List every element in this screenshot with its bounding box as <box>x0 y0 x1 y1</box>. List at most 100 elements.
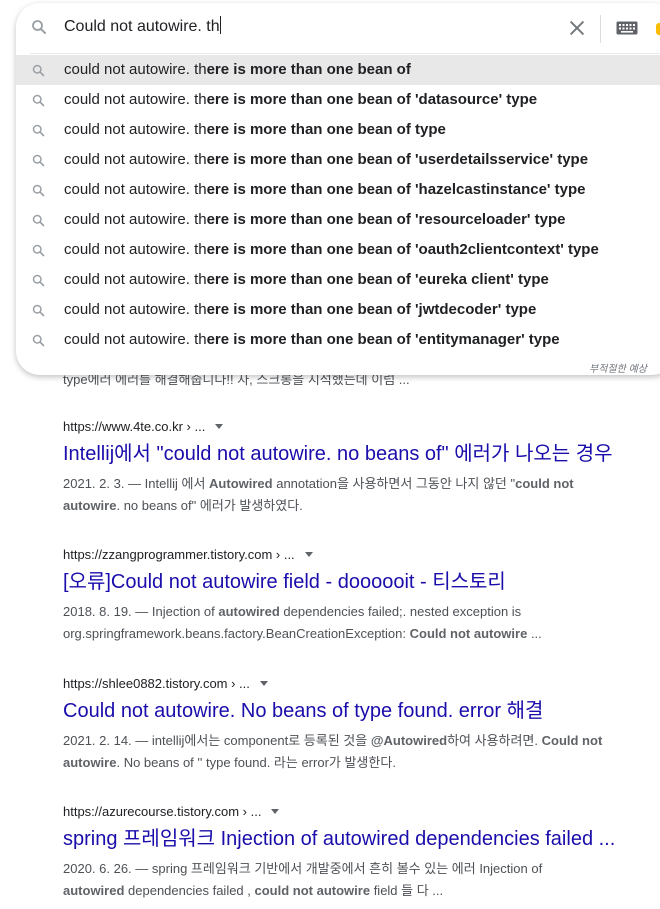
report-predictions-link[interactable]: 부적절한 예상 <box>589 360 647 375</box>
search-icon <box>32 304 45 317</box>
snippet-line: 2021. 2. 3. — Intellij 에서 Autowired anno… <box>63 473 660 495</box>
suggestion-text: could not autowire. there is more than o… <box>64 265 549 295</box>
suggestion-item[interactable]: could not autowire. there is more than o… <box>16 295 660 325</box>
suggestion-item[interactable]: could not autowire. there is more than o… <box>16 175 660 205</box>
suggestion-prefix: could not autowire. th <box>64 271 207 288</box>
suggestion-prefix: could not autowire. th <box>64 211 207 228</box>
suggestion-prefix: could not autowire. th <box>64 181 207 198</box>
result-url: https://zzangprogrammer.tistory.com › ..… <box>63 545 660 565</box>
snippet-match: could not <box>515 476 574 491</box>
text-cursor <box>219 16 221 34</box>
suggestion-item[interactable]: could not autowire. there is more than o… <box>16 325 660 355</box>
search-icon <box>32 244 45 257</box>
snippet-match: autowire <box>63 498 117 513</box>
suggestion-item[interactable]: could not autowire. there is more than o… <box>16 85 660 115</box>
search-result: https://azurecourse.tistory.com › ... sp… <box>63 802 660 902</box>
chevron-down-icon[interactable] <box>215 424 224 429</box>
suggestion-prefix: could not autowire. th <box>64 241 207 258</box>
snippet-text: dependencies failed , <box>124 883 255 898</box>
suggestion-completion: ere is more than one bean of 'datasource… <box>206 91 538 108</box>
search-row: Could not autowire. th <box>16 3 660 53</box>
snippet-line: autowire. No beans of '' type found. 라는 … <box>63 752 660 774</box>
chevron-down-icon[interactable] <box>259 681 268 686</box>
suggestion-prefix: could not autowire. th <box>64 151 207 168</box>
suggestion-completion: ere is more than one bean of 'hazelcasti… <box>206 181 586 198</box>
suggestion-prefix: could not autowire. th <box>64 91 207 108</box>
suggestion-text: could not autowire. there is more than o… <box>64 145 588 175</box>
search-icon <box>32 124 45 137</box>
suggestion-text: could not autowire. there is more than o… <box>64 325 560 355</box>
suggestion-text: could not autowire. there is more than o… <box>64 85 537 115</box>
suggestion-prefix: could not autowire. th <box>64 331 207 348</box>
search-result: https://www.4te.co.kr › ... Intellij에서 "… <box>63 417 660 517</box>
search-icon <box>32 64 45 77</box>
keyboard-icon[interactable] <box>616 21 638 35</box>
snippet-match: could not autowire <box>254 883 371 898</box>
snippet-line: 2020. 6. 26. — spring 프레임워크 기반에서 개발중에서 흔… <box>63 858 660 880</box>
search-icon <box>32 184 45 197</box>
snippet-text: . No beans of '' type found. 라는 error가 발… <box>116 755 396 770</box>
snippet-text: 2018. 8. 19. — Injection of <box>63 604 219 619</box>
snippet-line: autowire. no beans of" 에러가 발생하였다. <box>63 495 660 517</box>
result-snippet: 2018. 8. 19. — Injection of autowired de… <box>63 601 660 645</box>
snippet-text: 2021. 2. 14. — intellij에서는 component로 등록… <box>63 733 371 748</box>
result-snippet: 2020. 6. 26. — spring 프레임워크 기반에서 개발중에서 흔… <box>63 858 660 902</box>
suggestion-text: could not autowire. there is more than o… <box>64 295 536 325</box>
snippet-match: autowired <box>63 883 125 898</box>
snippet-text: 하여 사용하려면. <box>447 733 542 748</box>
snippet-text: org.springframework.beans.factory.BeanCr… <box>63 626 410 641</box>
suggestion-prefix: could not autowire. th <box>64 61 207 78</box>
suggestion-text: could not autowire. there is more than o… <box>64 115 446 145</box>
snippet-text: 2021. 2. 3. — Intellij 에서 <box>63 476 210 491</box>
suggestion-item[interactable]: could not autowire. there is more than o… <box>16 205 660 235</box>
snippet-line: 2018. 8. 19. — Injection of autowired de… <box>63 601 660 623</box>
suggestion-list: could not autowire. there is more than o… <box>16 55 660 355</box>
search-results-page: Could not autowire. th could not autowir… <box>0 0 660 909</box>
snippet-text: . no beans of" 에러가 발생하였다. <box>116 498 303 513</box>
snippet-text: dependencies failed;. nested exception i… <box>279 604 522 619</box>
suggestion-text: could not autowire. there is more than o… <box>64 175 586 205</box>
chevron-down-icon[interactable] <box>271 809 280 814</box>
suggestion-item[interactable]: could not autowire. there is more than o… <box>16 235 660 265</box>
result-snippet: 2021. 2. 14. — intellij에서는 component로 등록… <box>63 730 660 774</box>
suggestion-completion: ere is more than one bean of 'resourcelo… <box>206 211 566 228</box>
search-icon <box>32 274 45 287</box>
suggestion-completion: ere is more than one bean of 'oauth2clie… <box>206 241 599 258</box>
result-title-link[interactable]: [오류]Could not autowire field - doooooit … <box>63 569 660 595</box>
snippet-match: Could not <box>541 733 603 748</box>
snippet-line: autowired dependencies failed , could no… <box>63 880 660 902</box>
result-snippet: 2021. 2. 3. — Intellij 에서 Autowired anno… <box>63 473 660 517</box>
suggestion-completion: ere is more than one bean of type <box>206 121 446 138</box>
chevron-down-icon[interactable] <box>304 552 313 557</box>
snippet-match: @Autowired <box>370 733 448 748</box>
suggestion-completion: ere is more than one bean of <box>206 61 411 78</box>
suggestion-completion: ere is more than one bean of 'userdetail… <box>206 151 589 168</box>
result-title-link[interactable]: spring 프레임워크 Injection of autowired depe… <box>63 826 660 852</box>
suggestion-item[interactable]: could not autowire. there is more than o… <box>16 265 660 295</box>
suggestion-item[interactable]: could not autowire. there is more than o… <box>16 145 660 175</box>
result-url-text: https://azurecourse.tistory.com › ... <box>63 804 262 819</box>
suggestion-item[interactable]: could not autowire. there is more than o… <box>16 55 660 85</box>
result-title-link[interactable]: Intellij에서 "could not autowire. no beans… <box>63 441 660 467</box>
suggestion-completion: ere is more than one bean of 'entitymana… <box>206 331 560 348</box>
suggestion-item[interactable]: could not autowire. there is more than o… <box>16 115 660 145</box>
suggestion-prefix: could not autowire. th <box>64 121 207 138</box>
snippet-match: autowire <box>63 755 117 770</box>
search-result: https://zzangprogrammer.tistory.com › ..… <box>63 545 660 645</box>
snippet-text: ... <box>527 626 542 641</box>
suggestion-prefix: could not autowire. th <box>64 301 207 318</box>
result-title-link[interactable]: Could not autowire. No beans of type fou… <box>63 698 660 724</box>
voice-search-icon[interactable] <box>656 23 660 35</box>
search-result: https://shlee0882.tistory.com › ... Coul… <box>63 674 660 774</box>
close-icon[interactable] <box>566 17 588 39</box>
result-url-text: https://shlee0882.tistory.com › ... <box>63 676 250 691</box>
result-url: https://www.4te.co.kr › ... <box>63 417 660 437</box>
search-icon <box>32 214 45 227</box>
suggestion-completion: ere is more than one bean of 'eureka cli… <box>206 271 549 288</box>
divider <box>600 15 601 43</box>
search-icon <box>32 94 45 107</box>
search-input[interactable]: Could not autowire. th <box>64 16 221 36</box>
snippet-line: org.springframework.beans.factory.BeanCr… <box>63 623 660 645</box>
snippet-text: 2020. 6. 26. — spring 프레임워크 기반에서 개발중에서 흔… <box>63 861 543 876</box>
snippet-line: 2021. 2. 14. — intellij에서는 component로 등록… <box>63 730 660 752</box>
